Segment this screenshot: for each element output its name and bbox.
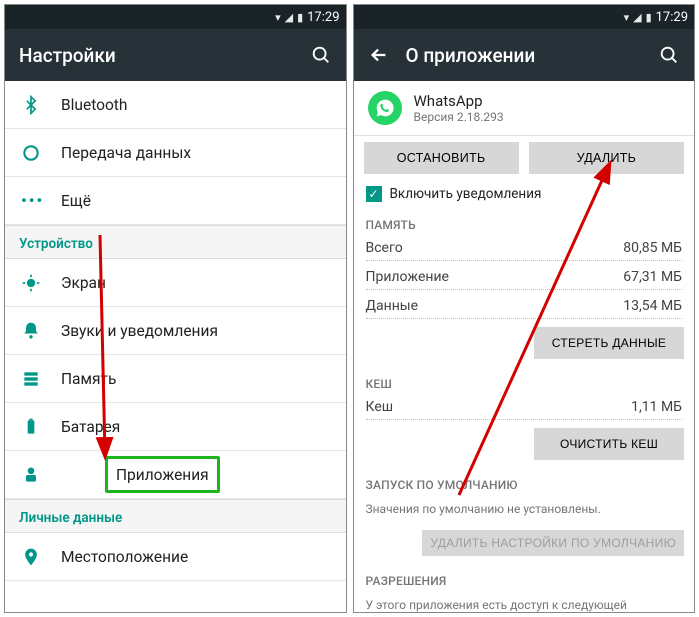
- row-label: Приложения: [116, 466, 209, 484]
- search-icon[interactable]: [310, 44, 332, 66]
- cache-header: КЕШ: [354, 367, 695, 395]
- row-label: Местоположение: [61, 548, 188, 566]
- row-battery[interactable]: Батарея: [5, 403, 346, 451]
- clock: 17:29: [656, 10, 688, 25]
- settings-list: Bluetooth Передача данных ••• Ещё Устрой…: [5, 81, 346, 612]
- permissions-header: РАЗРЕШЕНИЯ: [354, 564, 695, 592]
- storage-total: Всего80,85 МБ: [354, 236, 695, 260]
- display-icon: [21, 273, 61, 293]
- cache-size: Кеш1,11 МБ: [354, 395, 695, 419]
- storage-icon: [21, 369, 61, 389]
- storage-data: Данные13,54 МБ: [354, 294, 695, 318]
- app-bar: О приложении: [354, 29, 695, 81]
- row-memory[interactable]: Память: [5, 355, 346, 403]
- force-stop-button[interactable]: ОСТАНОВИТЬ: [364, 142, 519, 174]
- wifi-icon: ▾: [275, 11, 281, 24]
- page-title: Настройки: [19, 44, 294, 67]
- row-label: Ещё: [61, 192, 91, 210]
- section-personal-header: Личные данные: [5, 499, 346, 533]
- apps-icon: [21, 465, 61, 485]
- page-title: О приложении: [406, 44, 643, 67]
- app-version: Версия 2.18.293: [414, 110, 504, 124]
- permissions-note: У этого приложения есть доступ к следующ…: [354, 592, 695, 612]
- row-label: Передача данных: [61, 144, 191, 162]
- row-display[interactable]: Экран: [5, 259, 346, 307]
- launch-note: Значения по умолчанию не установлены.: [354, 496, 695, 526]
- battery-icon: ▮: [297, 11, 303, 24]
- bell-icon: [21, 321, 61, 341]
- notifications-checkbox-row[interactable]: ✓ Включить уведомления: [354, 180, 695, 208]
- signal-icon: ◢: [285, 11, 293, 24]
- app-bar: Настройки: [5, 29, 346, 81]
- app-name: WhatsApp: [414, 92, 504, 110]
- row-location[interactable]: Местоположение: [5, 533, 346, 581]
- section-device-header: Устройство: [5, 225, 346, 259]
- left-phone-settings: ▾ ◢ ▮ 17:29 Настройки Bluetooth Передача…: [4, 4, 347, 613]
- row-bluetooth[interactable]: Bluetooth: [5, 81, 346, 129]
- bluetooth-icon: [21, 95, 61, 115]
- action-buttons: ОСТАНОВИТЬ УДАЛИТЬ: [354, 136, 695, 180]
- row-label: Bluetooth: [61, 96, 127, 114]
- row-label: Звуки и уведомления: [61, 322, 218, 340]
- row-data-usage[interactable]: Передача данных: [5, 129, 346, 177]
- clear-data-button[interactable]: СТЕРЕТЬ ДАННЫЕ: [534, 327, 684, 359]
- more-icon: •••: [21, 191, 61, 210]
- search-icon[interactable]: [658, 44, 680, 66]
- signal-icon: ◢: [633, 11, 641, 24]
- row-label: Экран: [61, 274, 106, 292]
- row-label: Батарея: [61, 418, 120, 436]
- location-icon: [21, 547, 61, 567]
- clear-defaults-button: УДАЛИТЬ НАСТРОЙКИ ПО УМОЛЧАНИЮ: [422, 530, 684, 556]
- row-sound[interactable]: Звуки и уведомления: [5, 307, 346, 355]
- wifi-icon: ▾: [624, 11, 630, 24]
- data-usage-icon: [21, 143, 61, 163]
- battery-icon: [21, 417, 61, 437]
- apps-highlight: Приложения: [105, 456, 220, 493]
- app-header: WhatsApp Версия 2.18.293: [354, 81, 695, 136]
- row-label: Память: [61, 370, 116, 388]
- storage-app: Приложение67,31 МБ: [354, 265, 695, 289]
- clear-cache-button[interactable]: ОЧИСТИТЬ КЕШ: [534, 428, 684, 460]
- launch-header: ЗАПУСК ПО УМОЛЧАНИЮ: [354, 468, 695, 496]
- storage-header: ПАМЯТЬ: [354, 208, 695, 236]
- app-info-content: WhatsApp Версия 2.18.293 ОСТАНОВИТЬ УДАЛ…: [354, 81, 695, 612]
- row-apps[interactable]: Приложения: [5, 451, 346, 499]
- whatsapp-icon: [368, 91, 402, 125]
- status-bar: ▾ ◢ ▮ 17:29: [354, 5, 695, 29]
- clock: 17:29: [307, 10, 339, 25]
- status-bar: ▾ ◢ ▮ 17:29: [5, 5, 346, 29]
- battery-icon: ▮: [646, 11, 652, 24]
- checkbox-checked-icon: ✓: [366, 186, 382, 202]
- row-more[interactable]: ••• Ещё: [5, 177, 346, 225]
- right-phone-app-info: ▾ ◢ ▮ 17:29 О приложении WhatsApp Версия…: [353, 4, 696, 613]
- back-icon[interactable]: [368, 44, 390, 66]
- uninstall-button[interactable]: УДАЛИТЬ: [529, 142, 684, 174]
- notifications-label: Включить уведомления: [390, 186, 542, 202]
